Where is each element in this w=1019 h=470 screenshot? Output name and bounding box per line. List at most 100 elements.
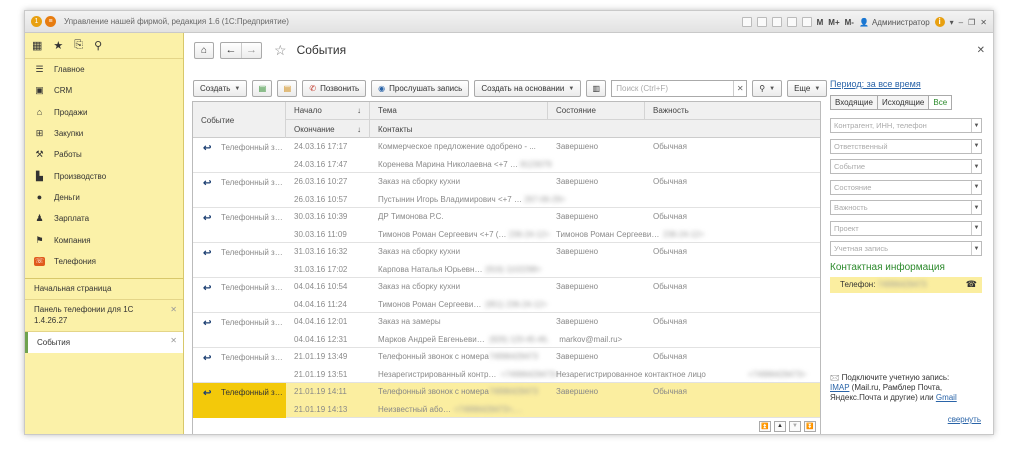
table-row[interactable]: Телефонный звонок↩24.03.16 17:1724.03.16… bbox=[193, 138, 820, 173]
sidebar-item-10[interactable]: ☏ Телефония bbox=[25, 251, 183, 272]
phone-icon[interactable]: ☎ bbox=[966, 279, 977, 290]
open-tab-events[interactable]: События ✕ bbox=[25, 331, 183, 353]
caret-down-icon: ▼ bbox=[234, 85, 241, 92]
m-plus-button[interactable]: M+ bbox=[828, 18, 839, 27]
table-row[interactable]: Телефонный звонок↩26.03.16 10:2726.03.16… bbox=[193, 173, 820, 208]
close-tab-icon[interactable]: ✕ bbox=[170, 304, 177, 315]
sidebar-item-6[interactable]: ▙ Производство bbox=[25, 165, 183, 186]
open-tab-telephony[interactable]: Панель телефонии для 1С 1.4.26.27 ✕ bbox=[25, 300, 183, 332]
col-importance[interactable]: Важность bbox=[645, 102, 820, 120]
dropdown-arrow-icon[interactable]: ▼ bbox=[971, 119, 981, 132]
sidebar-item-label: Главное bbox=[54, 65, 85, 75]
scroll-up-icon[interactable]: ▲ bbox=[774, 420, 786, 432]
filter-field-3[interactable]: Событие ▼ bbox=[830, 159, 982, 174]
sidebar-item-5[interactable]: ⚒ Работы bbox=[25, 144, 183, 165]
scroll-top-icon[interactable]: ⏫ bbox=[759, 420, 771, 432]
call-button[interactable]: ✆ Позвонить bbox=[302, 80, 367, 97]
scroll-bottom-icon[interactable]: ⏬ bbox=[804, 420, 816, 432]
clear-search-icon[interactable]: ✕ bbox=[733, 81, 746, 96]
calendar-icon[interactable] bbox=[786, 17, 797, 27]
link-icon[interactable] bbox=[771, 17, 782, 27]
favorites-star-icon[interactable]: ★ bbox=[53, 39, 63, 52]
filter-field-4[interactable]: Состояние ▼ bbox=[830, 179, 982, 195]
dropdown-arrow-icon[interactable]: ▼ bbox=[971, 139, 981, 153]
info-icon[interactable]: i bbox=[934, 17, 945, 27]
minimize-button[interactable]: – bbox=[959, 18, 963, 27]
history-icon[interactable]: ⎘ bbox=[74, 39, 83, 52]
table-row[interactable]: Телефонный звонок↩21.01.19 14:1121.01.19… bbox=[193, 383, 820, 418]
search-options-button[interactable]: ⚲ ▼ bbox=[752, 80, 783, 97]
window-title: Управление нашей фирмой, редакция 1.6 (1… bbox=[64, 17, 289, 26]
report-button[interactable]: ▥ bbox=[586, 80, 607, 97]
dropdown-arrow-icon[interactable]: ▼ bbox=[971, 180, 981, 194]
open-tab-home[interactable]: Начальная страница bbox=[25, 279, 183, 300]
favorite-star-icon[interactable]: ☆ bbox=[274, 42, 287, 59]
filter-field-1[interactable]: Контрагент, ИНН, телефон ▼ bbox=[830, 118, 982, 133]
user-menu[interactable]: 👤 Администратор bbox=[859, 18, 930, 27]
filter-field-7[interactable]: Учетная запись ▼ bbox=[830, 241, 982, 256]
sidebar-item-label: Телефония bbox=[54, 256, 96, 266]
apps-grid-icon[interactable]: ▦ bbox=[32, 39, 42, 52]
sidebar-item-9[interactable]: ⚑ Компания bbox=[25, 229, 183, 250]
save-icon[interactable] bbox=[756, 17, 767, 27]
col-start[interactable]: Начало ↓ bbox=[286, 102, 370, 120]
flag-icon: ⚑ bbox=[35, 234, 44, 245]
sidebar-item-1[interactable]: ☰ Главное bbox=[25, 59, 183, 80]
menu-icon[interactable]: ≡ bbox=[45, 16, 56, 27]
imap-link[interactable]: IMAP bbox=[830, 383, 849, 392]
sidebar-item-7[interactable]: ● Деньги bbox=[25, 187, 183, 208]
close-window-button[interactable]: ✕ bbox=[980, 18, 987, 27]
sidebar-item-4[interactable]: ⊞ Закупки bbox=[25, 123, 183, 144]
dropdown-icon[interactable]: ▾ bbox=[950, 18, 954, 27]
back-arrow-icon[interactable]: ← bbox=[221, 43, 241, 58]
filter-field-5[interactable]: Важность ▼ bbox=[830, 200, 982, 215]
home-button[interactable]: ⌂ bbox=[194, 41, 214, 59]
col-end[interactable]: Окончание ↓ bbox=[286, 120, 370, 138]
sidebar-item-2[interactable]: ▣ CRM bbox=[25, 80, 183, 101]
print-icon[interactable] bbox=[741, 17, 752, 27]
m-button[interactable]: M bbox=[817, 18, 824, 27]
people-icon: ♟ bbox=[35, 213, 44, 224]
sidebar-item-8[interactable]: ♟ Зарплата bbox=[25, 208, 183, 229]
close-tab-icon[interactable]: ✕ bbox=[170, 336, 177, 345]
segment-incoming[interactable]: Входящие bbox=[830, 95, 878, 110]
segment-outgoing[interactable]: Исходящие bbox=[877, 95, 930, 110]
filter-field-6[interactable]: Проект ▼ bbox=[830, 220, 982, 236]
search-input[interactable]: Поиск (Ctrl+F) ✕ bbox=[611, 80, 748, 97]
more-button[interactable]: Еще ▼ bbox=[787, 80, 828, 97]
dropdown-arrow-icon[interactable]: ▼ bbox=[971, 221, 981, 235]
table-row[interactable]: Телефонный звонок↩21.01.19 13:4921.01.19… bbox=[193, 348, 820, 383]
period-link[interactable]: Период: за все время bbox=[830, 79, 982, 89]
create-folder-button[interactable]: ▤ bbox=[277, 80, 298, 97]
col-event[interactable]: Событие bbox=[193, 102, 286, 138]
col-state[interactable]: Состояние bbox=[548, 102, 645, 120]
m-minus-button[interactable]: M- bbox=[845, 18, 854, 27]
contact-phone-row[interactable]: Телефон: 74996429473 ☎ bbox=[830, 276, 982, 293]
create-based-on-button[interactable]: Создать на основании ▼ bbox=[474, 80, 582, 97]
dropdown-arrow-icon[interactable]: ▼ bbox=[971, 201, 981, 214]
table-row[interactable]: Телефонный звонок↩04.04.16 12:0104.04.16… bbox=[193, 313, 820, 348]
col-subject[interactable]: Тема bbox=[370, 102, 548, 120]
table-row[interactable]: Телефонный звонок↩04.04.16 10:5404.04.16… bbox=[193, 278, 820, 313]
filter-field-2[interactable]: Ответственный ▼ bbox=[830, 138, 982, 154]
end-cell: 31.03.16 17:02 bbox=[294, 265, 348, 274]
scroll-down-icon[interactable]: ▼ bbox=[789, 420, 801, 432]
dropdown-arrow-icon[interactable]: ▼ bbox=[971, 160, 981, 173]
create-button[interactable]: Создать ▼ bbox=[193, 80, 248, 97]
listen-recording-button[interactable]: ◉ Прослушать запись bbox=[371, 80, 470, 97]
close-form-icon[interactable]: ✕ bbox=[977, 45, 985, 56]
copy-doc-button[interactable]: ▤ bbox=[252, 80, 273, 97]
segment-all[interactable]: Все bbox=[929, 95, 953, 110]
restore-button[interactable]: ❐ bbox=[968, 18, 975, 27]
sidebar-item-3[interactable]: ⌂ Продажи bbox=[25, 102, 183, 123]
contact-person-phone-cell: <74996429473> bbox=[748, 370, 807, 379]
collapse-link[interactable]: свернуть bbox=[948, 415, 981, 424]
calc-icon[interactable] bbox=[801, 17, 812, 27]
table-row[interactable]: Телефонный звонок↩31.03.16 16:3231.03.16… bbox=[193, 243, 820, 278]
search-icon[interactable]: ⚲ bbox=[94, 39, 102, 52]
gmail-link[interactable]: Gmail bbox=[936, 393, 957, 402]
table-row[interactable]: Телефонный звонок↩30.03.16 10:3930.03.16… bbox=[193, 208, 820, 243]
forward-arrow-icon[interactable]: → bbox=[241, 42, 261, 58]
dropdown-arrow-icon[interactable]: ▼ bbox=[971, 242, 981, 255]
col-contacts[interactable]: Контакты bbox=[370, 120, 820, 138]
